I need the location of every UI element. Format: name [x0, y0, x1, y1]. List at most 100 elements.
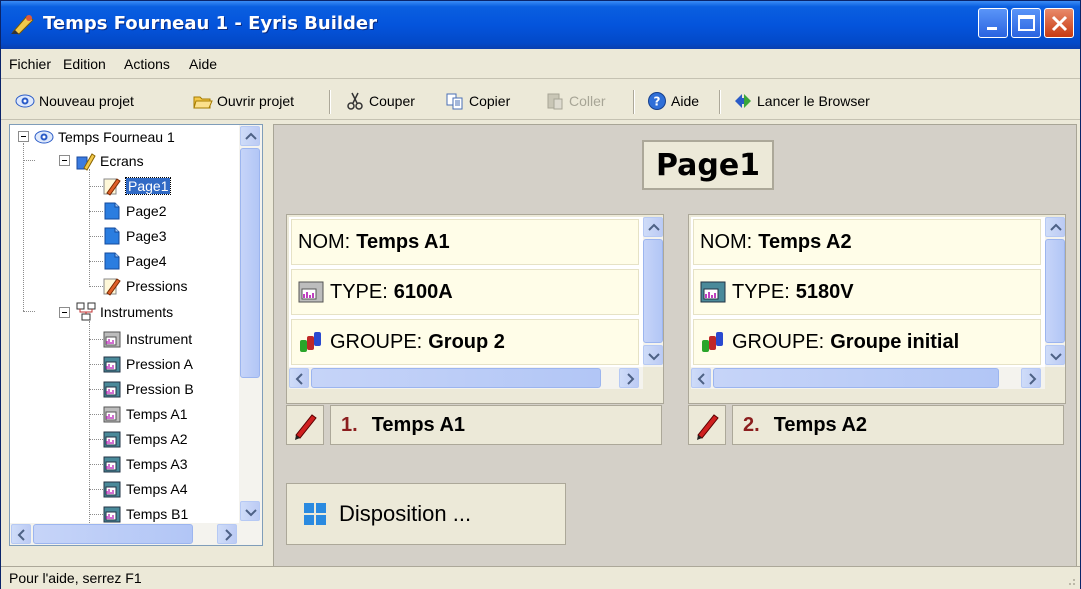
- scroll-thumb[interactable]: [33, 524, 193, 544]
- instrument-card-2[interactable]: NOM: Temps A2 TYPE: 5180V GROUPE: Groupe…: [688, 214, 1066, 404]
- help-button[interactable]: ? Aide: [647, 89, 699, 113]
- instrument-card-2-footer: 2. Temps A2: [688, 405, 1066, 445]
- menu-bar: Fichier Edition Actions Aide: [1, 49, 1080, 79]
- title-bar[interactable]: Temps Fourneau 1 - Eyris Builder: [1, 1, 1080, 49]
- chevron-down-icon: [1050, 353, 1062, 361]
- tree-vertical-scrollbar[interactable]: [239, 125, 262, 523]
- maximize-button[interactable]: [1011, 8, 1041, 38]
- page-title: Page1: [642, 140, 774, 190]
- instrument-card-1[interactable]: NOM: Temps A1 TYPE: 6100A GROUPE: Group …: [286, 214, 664, 404]
- instrument-teal-icon: [103, 356, 121, 373]
- tree-item-temps-b1[interactable]: Temps B1: [102, 503, 188, 525]
- help-icon: ?: [648, 92, 666, 110]
- copy-button[interactable]: Copier: [445, 89, 510, 113]
- chevron-right-icon: [225, 529, 233, 541]
- tree-screens-folder[interactable]: Ecrans: [76, 150, 144, 172]
- tree-line: [89, 389, 103, 390]
- close-button[interactable]: [1044, 8, 1074, 38]
- card-horizontal-scrollbar[interactable]: [289, 367, 643, 389]
- scroll-left-button[interactable]: [691, 368, 711, 388]
- tree-item-page3[interactable]: Page3: [102, 225, 166, 247]
- card-vertical-scrollbar[interactable]: [643, 217, 663, 367]
- scroll-thumb[interactable]: [1045, 239, 1065, 343]
- group-cylinders-icon: [702, 332, 723, 352]
- scroll-right-button[interactable]: [1021, 368, 1041, 388]
- edit-instrument-button[interactable]: [688, 405, 726, 445]
- maximize-icon: [1018, 15, 1035, 31]
- project-tree[interactable]: Temps Fourneau 1 Ecrans Page1 Page2 Page…: [9, 124, 263, 546]
- toolbar-separator: [329, 90, 331, 114]
- page-editor: Page1 NOM: Temps A1 TYPE: 6100A GROUPE: …: [273, 124, 1077, 568]
- chevron-up-icon: [1050, 223, 1062, 231]
- scroll-left-button[interactable]: [11, 524, 31, 544]
- scroll-up-button[interactable]: [1045, 217, 1065, 237]
- menu-actions[interactable]: Actions: [124, 56, 170, 72]
- tree-item-pressions[interactable]: Pressions: [102, 275, 187, 297]
- tree-item-instrument[interactable]: Instrument: [102, 328, 192, 350]
- tree-item-temps-a1[interactable]: Temps A1: [102, 403, 187, 425]
- new-project-button[interactable]: Nouveau projet: [15, 89, 134, 113]
- group-cylinders-icon: [300, 332, 321, 352]
- tree-horizontal-scrollbar[interactable]: [10, 523, 262, 545]
- tree-item-page1[interactable]: Page1: [102, 175, 172, 197]
- collapse-toggle[interactable]: [59, 155, 70, 166]
- tree-item-temps-a2[interactable]: Temps A2: [102, 428, 187, 450]
- menu-edition[interactable]: Edition: [63, 56, 106, 72]
- instrument-teal-icon: [103, 481, 121, 498]
- scroll-up-button[interactable]: [240, 126, 260, 146]
- tree-line: [89, 414, 103, 415]
- tree-line: [23, 160, 35, 161]
- instrument-gray-icon: [103, 406, 121, 423]
- scroll-down-button[interactable]: [1045, 345, 1065, 365]
- minimize-button[interactable]: [978, 8, 1008, 38]
- scroll-down-button[interactable]: [643, 345, 663, 365]
- card-content: NOM: Temps A1 TYPE: 6100A GROUPE: Group …: [289, 217, 643, 367]
- scroll-left-button[interactable]: [289, 368, 309, 388]
- tree-item-temps-a4[interactable]: Temps A4: [102, 478, 187, 500]
- card-vertical-scrollbar[interactable]: [1045, 217, 1065, 367]
- instrument-teal-icon: [103, 506, 121, 523]
- resize-grip-icon[interactable]: [1064, 574, 1076, 586]
- window-title: Temps Fourneau 1 - Eyris Builder: [43, 13, 378, 34]
- paste-button[interactable]: Coller: [545, 89, 606, 113]
- scroll-thumb[interactable]: [643, 239, 663, 343]
- instrument-slot-label: 2. Temps A2: [732, 405, 1064, 445]
- chevron-up-icon: [245, 132, 257, 140]
- scroll-thumb[interactable]: [311, 368, 601, 388]
- tree-line: [89, 211, 103, 212]
- scroll-thumb[interactable]: [240, 148, 260, 378]
- tree-item-page2[interactable]: Page2: [102, 200, 166, 222]
- page-edit-icon: [103, 278, 121, 296]
- tree-item-temps-a3[interactable]: Temps A3: [102, 453, 187, 475]
- edit-instrument-button[interactable]: [286, 405, 324, 445]
- tree-line: [23, 143, 24, 311]
- tree-root[interactable]: Temps Fourneau 1: [34, 126, 175, 148]
- tree-instruments-folder[interactable]: Instruments: [76, 301, 173, 323]
- toolbar-separator: [719, 90, 721, 114]
- status-bar: Pour l'aide, serrez F1: [1, 566, 1080, 589]
- collapse-toggle[interactable]: [18, 131, 29, 142]
- cut-button[interactable]: Couper: [345, 89, 415, 113]
- svg-text:?: ?: [654, 95, 661, 109]
- tree-item-pression-b[interactable]: Pression B: [102, 378, 194, 400]
- menu-aide[interactable]: Aide: [189, 56, 217, 72]
- tree-line: [89, 339, 103, 340]
- tree-item-page4[interactable]: Page4: [102, 250, 166, 272]
- card-content: NOM: Temps A2 TYPE: 5180V GROUPE: Groupe…: [691, 217, 1045, 367]
- scroll-thumb[interactable]: [713, 368, 999, 388]
- disposition-button[interactable]: Disposition ...: [286, 483, 566, 545]
- scroll-right-button[interactable]: [217, 524, 237, 544]
- collapse-toggle[interactable]: [59, 307, 70, 318]
- launch-browser-button[interactable]: Lancer le Browser: [733, 89, 870, 113]
- card-horizontal-scrollbar[interactable]: [691, 367, 1045, 389]
- scroll-right-button[interactable]: [619, 368, 639, 388]
- open-project-button[interactable]: Ouvrir projet: [193, 89, 294, 113]
- scroll-up-button[interactable]: [643, 217, 663, 237]
- folder-open-icon: [193, 96, 213, 109]
- tree-item-pression-a[interactable]: Pression A: [102, 353, 193, 375]
- chevron-right-icon: [627, 373, 635, 385]
- instrument-gray-icon: [103, 331, 121, 348]
- scroll-down-button[interactable]: [240, 501, 260, 521]
- scissors-icon: [347, 92, 363, 110]
- menu-fichier[interactable]: Fichier: [9, 56, 51, 72]
